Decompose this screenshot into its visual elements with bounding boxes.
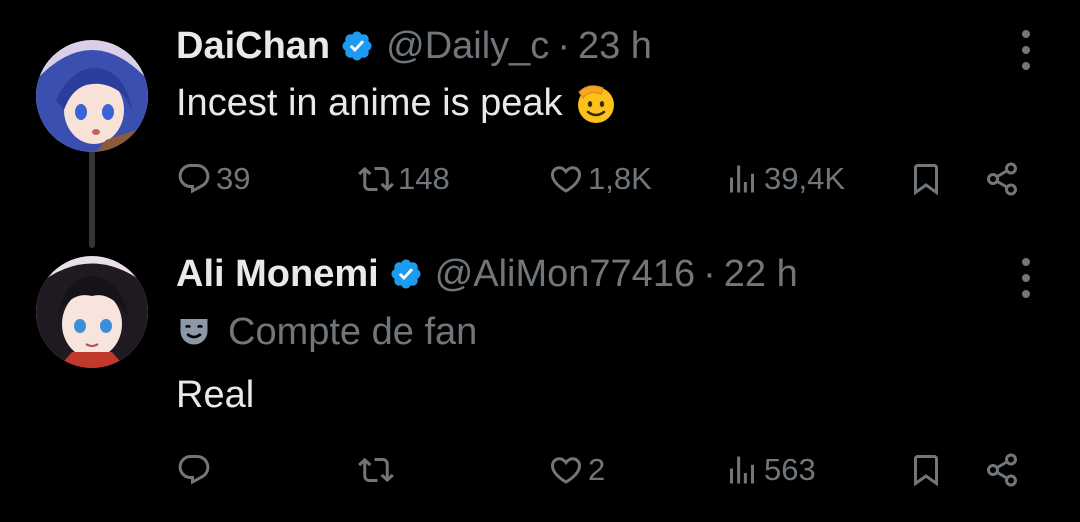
author-handle[interactable]: @Daily_c bbox=[386, 25, 549, 68]
retweet-icon bbox=[358, 457, 394, 483]
tweet-header: Ali Monemi @AliMon77416 · 22 h bbox=[176, 252, 798, 296]
timestamp[interactable]: 23 h bbox=[578, 25, 652, 68]
like-icon bbox=[550, 457, 582, 484]
tweet-actions: 2 563 bbox=[176, 450, 1036, 490]
author-name[interactable]: Ali Monemi bbox=[176, 253, 379, 296]
fan-account-label[interactable]: Compte de fan bbox=[176, 308, 477, 356]
like-icon bbox=[550, 166, 582, 193]
bookmark-button[interactable] bbox=[908, 159, 944, 199]
avatar-daichan[interactable] bbox=[36, 40, 148, 152]
share-button[interactable] bbox=[984, 450, 1020, 490]
share-icon bbox=[987, 162, 1017, 196]
views-button[interactable]: 39,4K bbox=[724, 159, 845, 199]
tweet-text: Incest in anime is peak bbox=[176, 78, 619, 128]
reply-icon bbox=[178, 455, 210, 485]
tweet-text: Real bbox=[176, 370, 254, 420]
more-options-icon[interactable] bbox=[1020, 258, 1032, 298]
like-count: 1,8K bbox=[588, 161, 652, 196]
reply-button[interactable] bbox=[176, 450, 216, 490]
share-icon bbox=[987, 453, 1017, 487]
author-handle[interactable]: @AliMon77416 bbox=[435, 253, 695, 296]
views-count: 39,4K bbox=[764, 161, 846, 196]
tweet-actions: 39 148 1,8K 39,4K bbox=[176, 159, 1036, 199]
tweet-header: DaiChan @Daily_c · 23 h bbox=[176, 24, 652, 68]
retweet-button[interactable]: 148 bbox=[358, 159, 450, 199]
tweet-body: Incest in anime is peak bbox=[176, 81, 563, 124]
reply-button[interactable]: 39 bbox=[176, 159, 250, 199]
thread-connector-line bbox=[89, 146, 95, 248]
share-button[interactable] bbox=[984, 159, 1020, 199]
avatar-ali-monemi[interactable] bbox=[36, 256, 148, 368]
retweet-icon bbox=[358, 166, 394, 192]
more-options-icon[interactable] bbox=[1020, 30, 1032, 70]
reply-count: 39 bbox=[216, 161, 251, 196]
verified-badge-icon[interactable] bbox=[389, 257, 423, 291]
views-icon bbox=[730, 165, 754, 193]
like-button[interactable]: 2 bbox=[548, 450, 605, 490]
fan-label-text: Compte de fan bbox=[228, 310, 478, 353]
retweet-count: 148 bbox=[398, 161, 450, 196]
theater-mask-icon bbox=[176, 313, 214, 351]
bookmark-icon bbox=[914, 164, 938, 196]
retweet-button[interactable] bbox=[358, 450, 398, 490]
timestamp[interactable]: 22 h bbox=[724, 253, 798, 296]
dot-separator: · bbox=[703, 252, 716, 295]
bookmark-icon bbox=[914, 455, 938, 487]
reply-icon bbox=[178, 164, 210, 194]
like-button[interactable]: 1,8K bbox=[548, 159, 652, 199]
bookmark-button[interactable] bbox=[908, 450, 944, 490]
views-button[interactable]: 563 bbox=[724, 450, 816, 490]
like-count: 2 bbox=[588, 452, 606, 487]
verified-badge-icon[interactable] bbox=[340, 29, 374, 63]
tweet-body: Real bbox=[176, 373, 255, 416]
views-icon bbox=[730, 456, 754, 484]
author-name[interactable]: DaiChan bbox=[176, 25, 330, 68]
views-count: 563 bbox=[764, 452, 816, 487]
dot-separator: · bbox=[557, 24, 570, 67]
saluting-face-emoji bbox=[573, 80, 619, 126]
